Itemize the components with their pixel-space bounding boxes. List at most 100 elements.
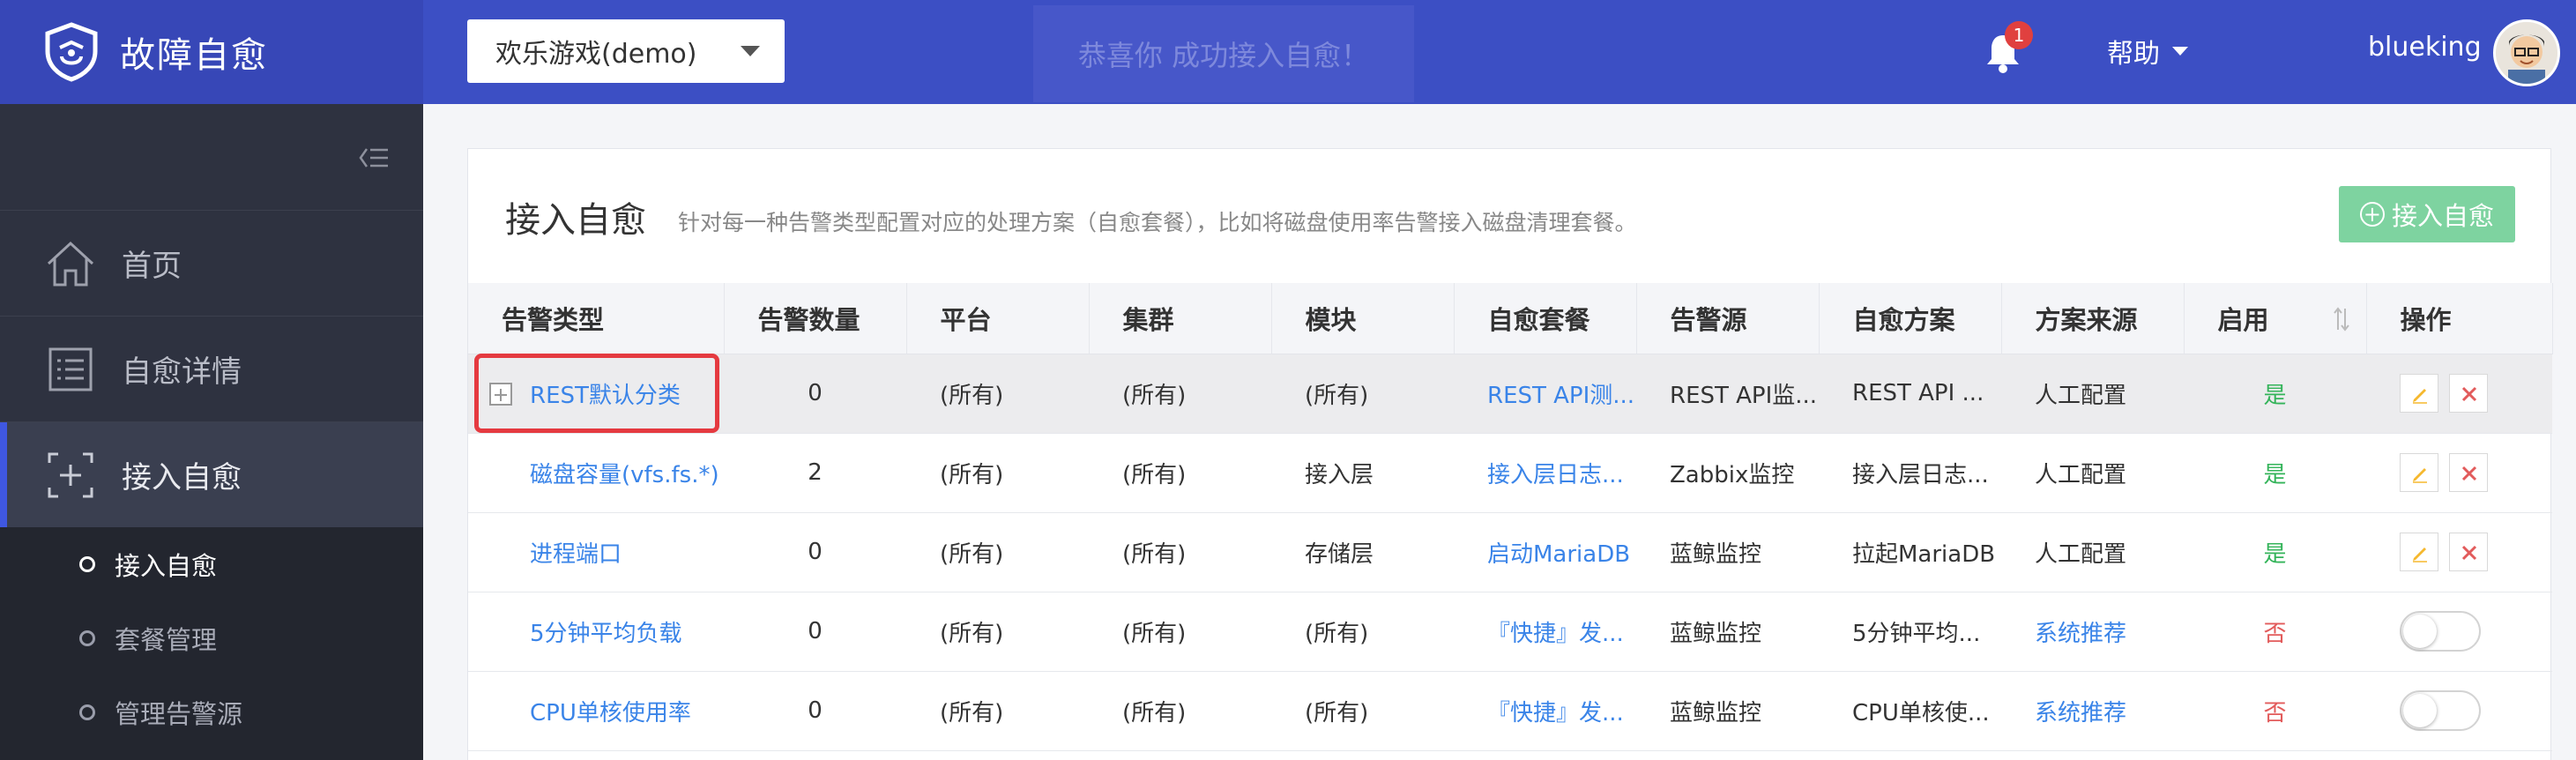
alarm-type-link[interactable]: 进程端口	[530, 541, 622, 568]
table-row[interactable]: 磁盘容量(vfs.fs.*) 2 (所有) (所有) 接入层 接入层日志... …	[468, 433, 2552, 513]
cell-type[interactable]: 进程端口	[468, 512, 724, 592]
edit-button[interactable]	[2400, 453, 2438, 492]
cell-actions	[2366, 671, 2552, 751]
avatar[interactable]	[2493, 19, 2560, 86]
package-link[interactable]: REST API测...	[1487, 383, 1634, 409]
cell-type[interactable]: 磁盘容量(vfs.fs.*)	[468, 433, 724, 513]
username[interactable]: blueking	[2368, 32, 2482, 63]
enabled-status: 是	[2263, 540, 2287, 568]
alarm-type-link[interactable]: 5分钟平均负载	[530, 621, 682, 647]
table-row[interactable]: REST默认分类 0 (所有) (所有) (所有) REST API测... R…	[468, 354, 2552, 434]
cell-source: Zabbix监控	[1636, 433, 1819, 513]
cell-count: 0	[724, 592, 906, 672]
cell-module: (所有)	[1271, 671, 1454, 751]
page-description: 针对每一种告警类型配置对应的处理方案（自愈套餐），比如将磁盘使用率告警接入磁盘清…	[678, 210, 1637, 235]
delete-button[interactable]	[2449, 533, 2488, 571]
brand-title: 故障自愈	[120, 35, 268, 76]
delete-button[interactable]	[2449, 374, 2488, 413]
origin-link[interactable]: 系统推荐	[2035, 621, 2126, 647]
cell-actions	[2366, 512, 2552, 592]
package-link[interactable]: 『快捷』发...	[1487, 700, 1624, 726]
enable-toggle[interactable]	[2400, 611, 2481, 652]
circle-bullet-icon	[79, 704, 95, 720]
cell-type[interactable]: CPU单核使用率	[468, 671, 724, 751]
sidebar-item-access[interactable]: 接入自愈	[0, 421, 423, 528]
success-toast: 恭喜你 成功接入自愈！	[1033, 5, 1414, 102]
enabled-status: 是	[2263, 461, 2287, 488]
column-header-enabled[interactable]: 启用	[2184, 283, 2367, 354]
cell-cluster: (所有)	[1089, 433, 1271, 513]
sidebar-item-label: 自愈详情	[122, 354, 242, 390]
help-label: 帮助	[2107, 39, 2160, 70]
enabled-status: 是	[2263, 382, 2287, 409]
access-table: 告警类型 告警数量 平台 集群 模块 自愈套餐 告警源 自愈方案 方案来源 启用…	[468, 283, 2553, 751]
edit-button[interactable]	[2400, 374, 2438, 413]
cell-cluster: (所有)	[1089, 671, 1271, 751]
cell-package: REST API测...	[1454, 354, 1636, 434]
sort-icon[interactable]	[2333, 306, 2350, 332]
active-indicator	[0, 422, 7, 528]
column-header-module: 模块	[1271, 283, 1455, 354]
table-header-row: 告警类型 告警数量 平台 集群 模块 自愈套餐 告警源 自愈方案 方案来源 启用…	[468, 283, 2553, 354]
origin-link[interactable]: 系统推荐	[2035, 700, 2126, 726]
home-icon	[47, 241, 94, 286]
cell-type[interactable]: 5分钟平均负载	[468, 592, 724, 672]
notification-badge: 1	[2005, 21, 2033, 49]
cell-platform: (所有)	[906, 512, 1089, 592]
cell-platform: (所有)	[906, 592, 1089, 672]
cell-cluster: (所有)	[1089, 592, 1271, 672]
cell-package: 启动MariaDB	[1454, 512, 1636, 592]
enable-toggle[interactable]	[2400, 690, 2481, 731]
alarm-type-link[interactable]: 磁盘容量(vfs.fs.*)	[530, 462, 719, 488]
add-access-button-label: 接入自愈	[2391, 201, 2494, 231]
cell-scheme: 拉起MariaDB	[1819, 512, 2001, 592]
sidebar-item-details[interactable]: 自愈详情	[0, 316, 423, 421]
cell-origin: 人工配置	[2001, 433, 2184, 513]
sidebar-item-home[interactable]: 首页	[0, 210, 423, 316]
shield-logo-icon	[45, 22, 98, 82]
cell-platform: (所有)	[906, 354, 1089, 434]
top-header: 故障自愈 欢乐游戏(demo) 恭喜你 成功接入自愈！ 1 帮助 bluekin…	[0, 0, 2576, 104]
brand[interactable]: 故障自愈	[0, 0, 423, 104]
add-access-button[interactable]: + 接入自愈	[2339, 186, 2515, 242]
cell-scheme: 5分钟平均...	[1819, 592, 2001, 672]
subnav-item-alarm-sources[interactable]: 管理告警源	[0, 675, 423, 749]
package-link[interactable]: 接入层日志...	[1487, 462, 1624, 488]
delete-button[interactable]	[2449, 453, 2488, 492]
help-menu[interactable]: 帮助	[2107, 32, 2188, 71]
cell-enabled: 否	[2184, 671, 2366, 751]
sidebar-item-label: 接入自愈	[122, 460, 242, 495]
cell-source: 蓝鲸监控	[1636, 592, 1819, 672]
package-link[interactable]: 启动MariaDB	[1487, 541, 1630, 568]
sidebar-subnav: 接入自愈 套餐管理 管理告警源	[0, 527, 423, 760]
cell-cluster: (所有)	[1089, 512, 1271, 592]
plus-circle-icon: +	[2359, 202, 2385, 227]
column-header-enabled-label: 启用	[2217, 304, 2269, 335]
column-header-platform: 平台	[906, 283, 1090, 354]
package-link[interactable]: 『快捷』发...	[1487, 621, 1624, 647]
cell-source: 蓝鲸监控	[1636, 512, 1819, 592]
cell-enabled: 否	[2184, 592, 2366, 672]
subnav-item-access[interactable]: 接入自愈	[0, 527, 423, 601]
caret-down-icon	[2172, 47, 2188, 56]
column-header-type: 告警类型	[468, 283, 725, 354]
cell-scheme: 接入层日志...	[1819, 433, 2001, 513]
table-row[interactable]: CPU单核使用率 0 (所有) (所有) (所有) 『快捷』发... 蓝鲸监控 …	[468, 671, 2552, 751]
cell-scheme: REST API ...	[1819, 354, 2001, 434]
plus-square-icon	[48, 452, 93, 497]
business-select[interactable]: 欢乐游戏(demo)	[467, 19, 785, 83]
cell-origin: 系统推荐	[2001, 671, 2184, 751]
alarm-type-link[interactable]: CPU单核使用率	[530, 700, 691, 726]
pencil-icon	[2413, 548, 2427, 563]
column-header-package: 自愈套餐	[1454, 283, 1637, 354]
cell-origin: 人工配置	[2001, 354, 2184, 434]
collapse-sidebar-icon[interactable]	[358, 145, 390, 171]
cell-platform: (所有)	[906, 671, 1089, 751]
subnav-item-packages[interactable]: 套餐管理	[0, 601, 423, 675]
cell-count: 0	[724, 671, 906, 751]
table-row[interactable]: 进程端口 0 (所有) (所有) 存储层 启动MariaDB 蓝鲸监控 拉起Ma…	[468, 512, 2552, 592]
cell-package: 『快捷』发...	[1454, 592, 1636, 672]
cell-count: 2	[724, 433, 906, 513]
edit-button[interactable]	[2400, 533, 2438, 571]
table-row[interactable]: 5分钟平均负载 0 (所有) (所有) (所有) 『快捷』发... 蓝鲸监控 5…	[468, 592, 2552, 672]
